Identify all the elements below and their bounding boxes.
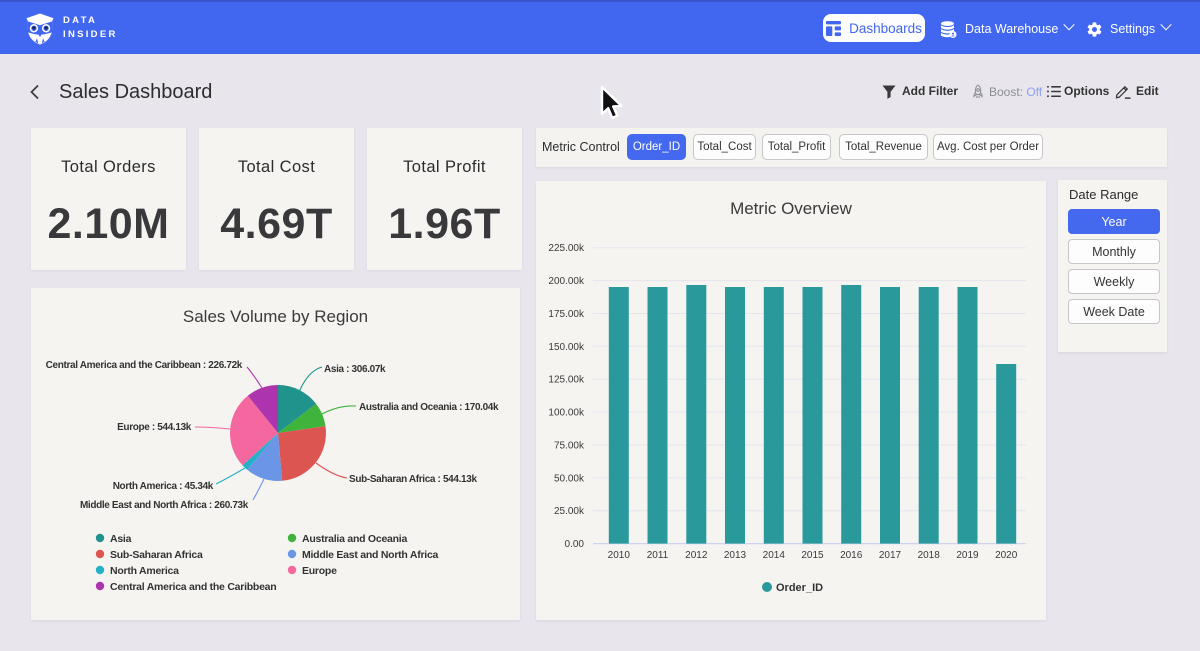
svg-text:2019: 2019 — [956, 550, 979, 561]
svg-text:100.00k: 100.00k — [548, 408, 585, 419]
svg-text:Sub-Saharan Africa: Sub-Saharan Africa — [110, 549, 203, 561]
svg-text:Middle East and North Africa :: Middle East and North Africa : 260.73k — [80, 500, 249, 511]
svg-text:Australia and Oceania : 170.04: Australia and Oceania : 170.04k — [359, 402, 499, 413]
svg-text:2015: 2015 — [801, 550, 824, 561]
svg-text:Central America and the Caribb: Central America and the Caribbean : 226.… — [46, 360, 243, 371]
svg-text:150.00k: 150.00k — [548, 342, 585, 353]
svg-text:75.00k: 75.00k — [554, 441, 585, 452]
svg-text:2013: 2013 — [724, 550, 747, 561]
svg-text:200.00k: 200.00k — [548, 276, 585, 287]
svg-text:2020: 2020 — [995, 550, 1018, 561]
svg-text:Order_ID: Order_ID — [776, 582, 823, 594]
svg-text:Sub-Saharan Africa : 544.13k: Sub-Saharan Africa : 544.13k — [349, 474, 477, 485]
svg-text:2012: 2012 — [685, 550, 708, 561]
svg-text:225.00k: 225.00k — [548, 243, 585, 254]
svg-text:50.00k: 50.00k — [554, 473, 585, 484]
svg-text:125.00k: 125.00k — [548, 375, 585, 386]
svg-text:Asia: Asia — [110, 533, 132, 545]
svg-text:North America : 45.34k: North America : 45.34k — [113, 481, 214, 492]
svg-text:North America: North America — [110, 565, 179, 577]
svg-text:2017: 2017 — [879, 550, 902, 561]
svg-text:25.00k: 25.00k — [554, 506, 585, 517]
svg-text:175.00k: 175.00k — [548, 309, 585, 320]
svg-text:2016: 2016 — [840, 550, 863, 561]
svg-text:2011: 2011 — [647, 550, 669, 561]
svg-text:Europe : 544.13k: Europe : 544.13k — [117, 422, 192, 433]
svg-text:Australia and Oceania: Australia and Oceania — [302, 533, 407, 545]
svg-text:0.00: 0.00 — [565, 539, 585, 550]
svg-text:2018: 2018 — [918, 550, 941, 561]
svg-text:2014: 2014 — [763, 550, 786, 561]
svg-text:Asia : 306.07k: Asia : 306.07k — [324, 364, 386, 375]
svg-text:2010: 2010 — [608, 550, 631, 561]
svg-text:Central America and the Caribb: Central America and the Caribbean — [110, 581, 276, 593]
svg-text:Europe: Europe — [302, 565, 337, 577]
svg-text:Middle East and North Africa: Middle East and North Africa — [302, 549, 439, 561]
